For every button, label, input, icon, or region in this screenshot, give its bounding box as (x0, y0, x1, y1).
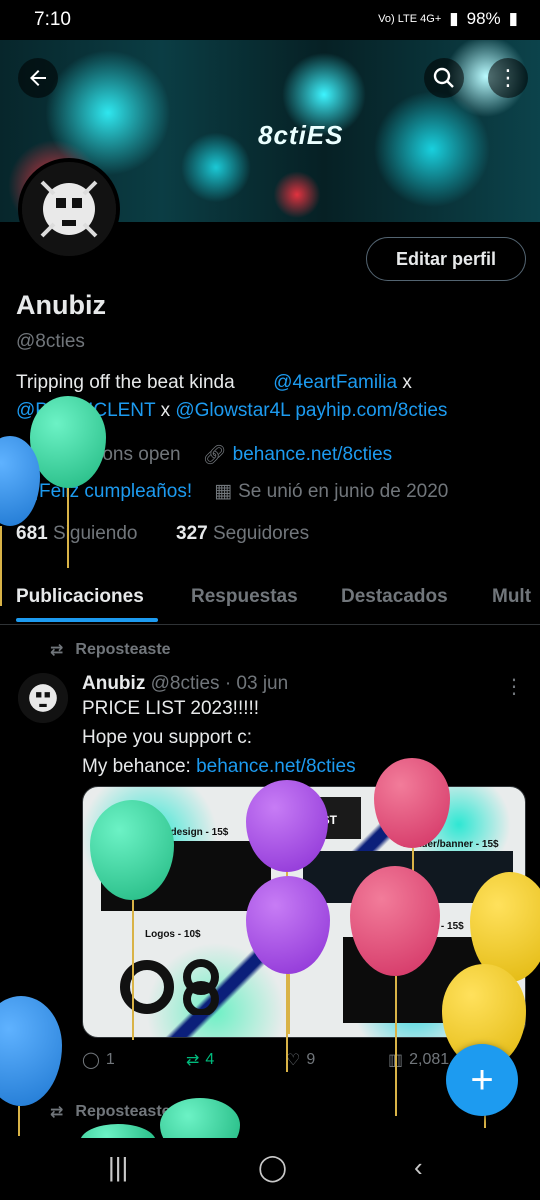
heart-icon: ♡ (286, 1052, 301, 1069)
image-logo-preview (119, 955, 239, 1017)
bio-link-payhip[interactable]: payhip.com/8cties (295, 400, 447, 421)
image-header-preview (303, 851, 513, 903)
tweet-text-line-2: Hope you support c: (82, 727, 253, 748)
repost-label: Reposteaste (75, 641, 171, 658)
image-label-header: Header/banner - 15$ (403, 839, 499, 850)
tweet-media-image[interactable]: PRICE LIST Shirt design - 15$ Header/ban… (82, 786, 526, 1038)
repost-icon: ⇄ (186, 1052, 200, 1069)
following-label: Siguiendo (52, 523, 138, 544)
network-indicator: Vo) LTE 4G+ (378, 13, 442, 25)
compose-button[interactable]: + (446, 1044, 518, 1116)
following-link[interactable]: 681 Siguiendo (16, 523, 138, 545)
back-button[interactable] (18, 58, 58, 98)
like-count: 9 (306, 1051, 316, 1068)
search-icon (433, 67, 454, 88)
recent-apps-button[interactable]: ||| (108, 1152, 128, 1183)
profile-meta-row-1: ⌖ commisions open 🔗︎ behance.net/8cties (16, 443, 392, 467)
search-button[interactable] (424, 58, 464, 98)
image-poster-preview (343, 937, 513, 1023)
balloon-icon: ⌖ (16, 480, 27, 502)
tab-respuestas[interactable]: Respuestas (191, 586, 298, 608)
profile-handle: @8cties (16, 331, 85, 352)
image-label-price-list: PRICE LIST (271, 813, 338, 827)
followers-link[interactable]: 327 Seguidores (176, 523, 309, 545)
bio-mention-4eartfamilia[interactable]: @4eartFamilia (273, 372, 397, 393)
repost-icon: ⇄ (50, 1104, 64, 1121)
reply-button[interactable]: ◯ 1 (82, 1050, 115, 1070)
skull-avatar-icon (18, 673, 68, 723)
followers-label: Seguidores (212, 523, 310, 544)
tweet-link-behance[interactable]: behance.net/8cties (196, 756, 356, 777)
tweet-author-handle[interactable]: @8cties (151, 673, 220, 694)
reply-count: 1 (105, 1051, 115, 1068)
profile-meta-row-2: ⌖ ¡Feliz cumpleaños! ▦ Se unió en junio … (16, 480, 448, 503)
calendar-icon: ▦ (214, 481, 233, 502)
bio-mention-proficlent[interactable]: @PROFICLENT (16, 400, 155, 421)
edit-profile-button[interactable]: Editar perfil (366, 237, 526, 281)
tweet-more-button[interactable]: ⋮ (504, 674, 524, 699)
views-count: 2,081 (409, 1051, 450, 1068)
profile-location: commisions open (32, 444, 181, 465)
image-label-shirt: Shirt design - 15$ (145, 827, 229, 838)
profile-website[interactable]: behance.net/8cties (233, 444, 393, 466)
repost-count: 4 (205, 1051, 215, 1068)
bio-text: Tripping off the beat kinda (16, 372, 235, 393)
followers-count: 327 (176, 523, 208, 544)
skull-avatar-icon (22, 162, 116, 256)
tab-multimedia[interactable]: Mult (492, 586, 531, 608)
repost-indicator-next: ⇄ Reposteaste (50, 1102, 171, 1122)
system-nav-bar: ||| ◯ ‹ (0, 1138, 540, 1200)
repost-label-next: Reposteaste (75, 1103, 171, 1120)
tweet-text-prefix: My behance: (82, 756, 191, 777)
more-vertical-icon: ⋮ (504, 676, 524, 698)
image-label-logos: Logos - 10$ (145, 929, 201, 940)
more-options-button[interactable]: ⋮ (488, 58, 528, 98)
plus-icon: + (470, 1057, 494, 1102)
battery-percent: 98% (466, 9, 501, 28)
views-button[interactable]: ▥ 2,081 (388, 1050, 449, 1070)
repost-icon: ⇄ (50, 642, 64, 659)
status-time: 7:10 (34, 9, 71, 30)
image-label-poster: Poster - 15$ (407, 921, 464, 932)
home-button[interactable]: ◯ (258, 1152, 287, 1183)
bio-line-2: @PROFICLENT x @Glowstar4L payhip.com/8ct… (16, 400, 447, 422)
tab-publicaciones[interactable]: Publicaciones (16, 586, 144, 608)
image-shirts-preview (101, 841, 271, 911)
bio-line-1: Tripping off the beat kinda @4eartFamili… (16, 372, 412, 394)
tweet-avatar[interactable] (18, 673, 68, 723)
profile-birthday[interactable]: ¡Feliz cumpleaños! (33, 481, 192, 503)
tweet-author-name[interactable]: Anubiz (82, 673, 145, 694)
bio-x-1: x (402, 372, 412, 393)
repost-indicator: ⇄ Reposteaste (50, 640, 171, 660)
tweet-text-line-3: My behance: behance.net/8cties (82, 756, 356, 778)
link-icon: 🔗︎ (202, 445, 227, 466)
status-bar: 7:10 Vo) LTE 4G+ ▮ 98% ▮ (0, 0, 540, 40)
banner-logo: 8ctiES (258, 120, 344, 150)
back-nav-button[interactable]: ‹ (414, 1152, 423, 1183)
more-vertical-icon: ⋮ (497, 65, 519, 90)
profile-display-name: Anubiz (16, 290, 106, 320)
following-count: 681 (16, 523, 48, 544)
profile-joined: Se unió en junio de 2020 (238, 480, 449, 502)
bio-x-2: x (160, 400, 171, 421)
tweet-header: Anubiz @8cties · 03 jun (82, 673, 288, 695)
tweet-text-line-1: PRICE LIST 2023!!!!! (82, 698, 260, 719)
like-button[interactable]: ♡ 9 (286, 1050, 315, 1070)
bar-chart-icon: ▥ (388, 1052, 404, 1069)
tweet-date[interactable]: · 03 jun (225, 673, 288, 694)
tab-destacados[interactable]: Destacados (341, 586, 448, 608)
location-icon: ⌖ (16, 444, 27, 465)
battery-icon: ▮ (508, 9, 518, 28)
bio-mention-glowstar4l[interactable]: @Glowstar4L (175, 400, 290, 421)
logo-swirl-icon (120, 959, 219, 1017)
profile-avatar[interactable] (18, 158, 120, 260)
active-tab-indicator (16, 618, 158, 622)
signal-icon: ▮ (449, 9, 459, 28)
repost-button[interactable]: ⇄ 4 (186, 1050, 214, 1070)
status-icons: Vo) LTE 4G+ ▮ 98% ▮ (378, 9, 518, 29)
arrow-left-icon (30, 70, 46, 86)
reply-icon: ◯ (82, 1052, 100, 1069)
